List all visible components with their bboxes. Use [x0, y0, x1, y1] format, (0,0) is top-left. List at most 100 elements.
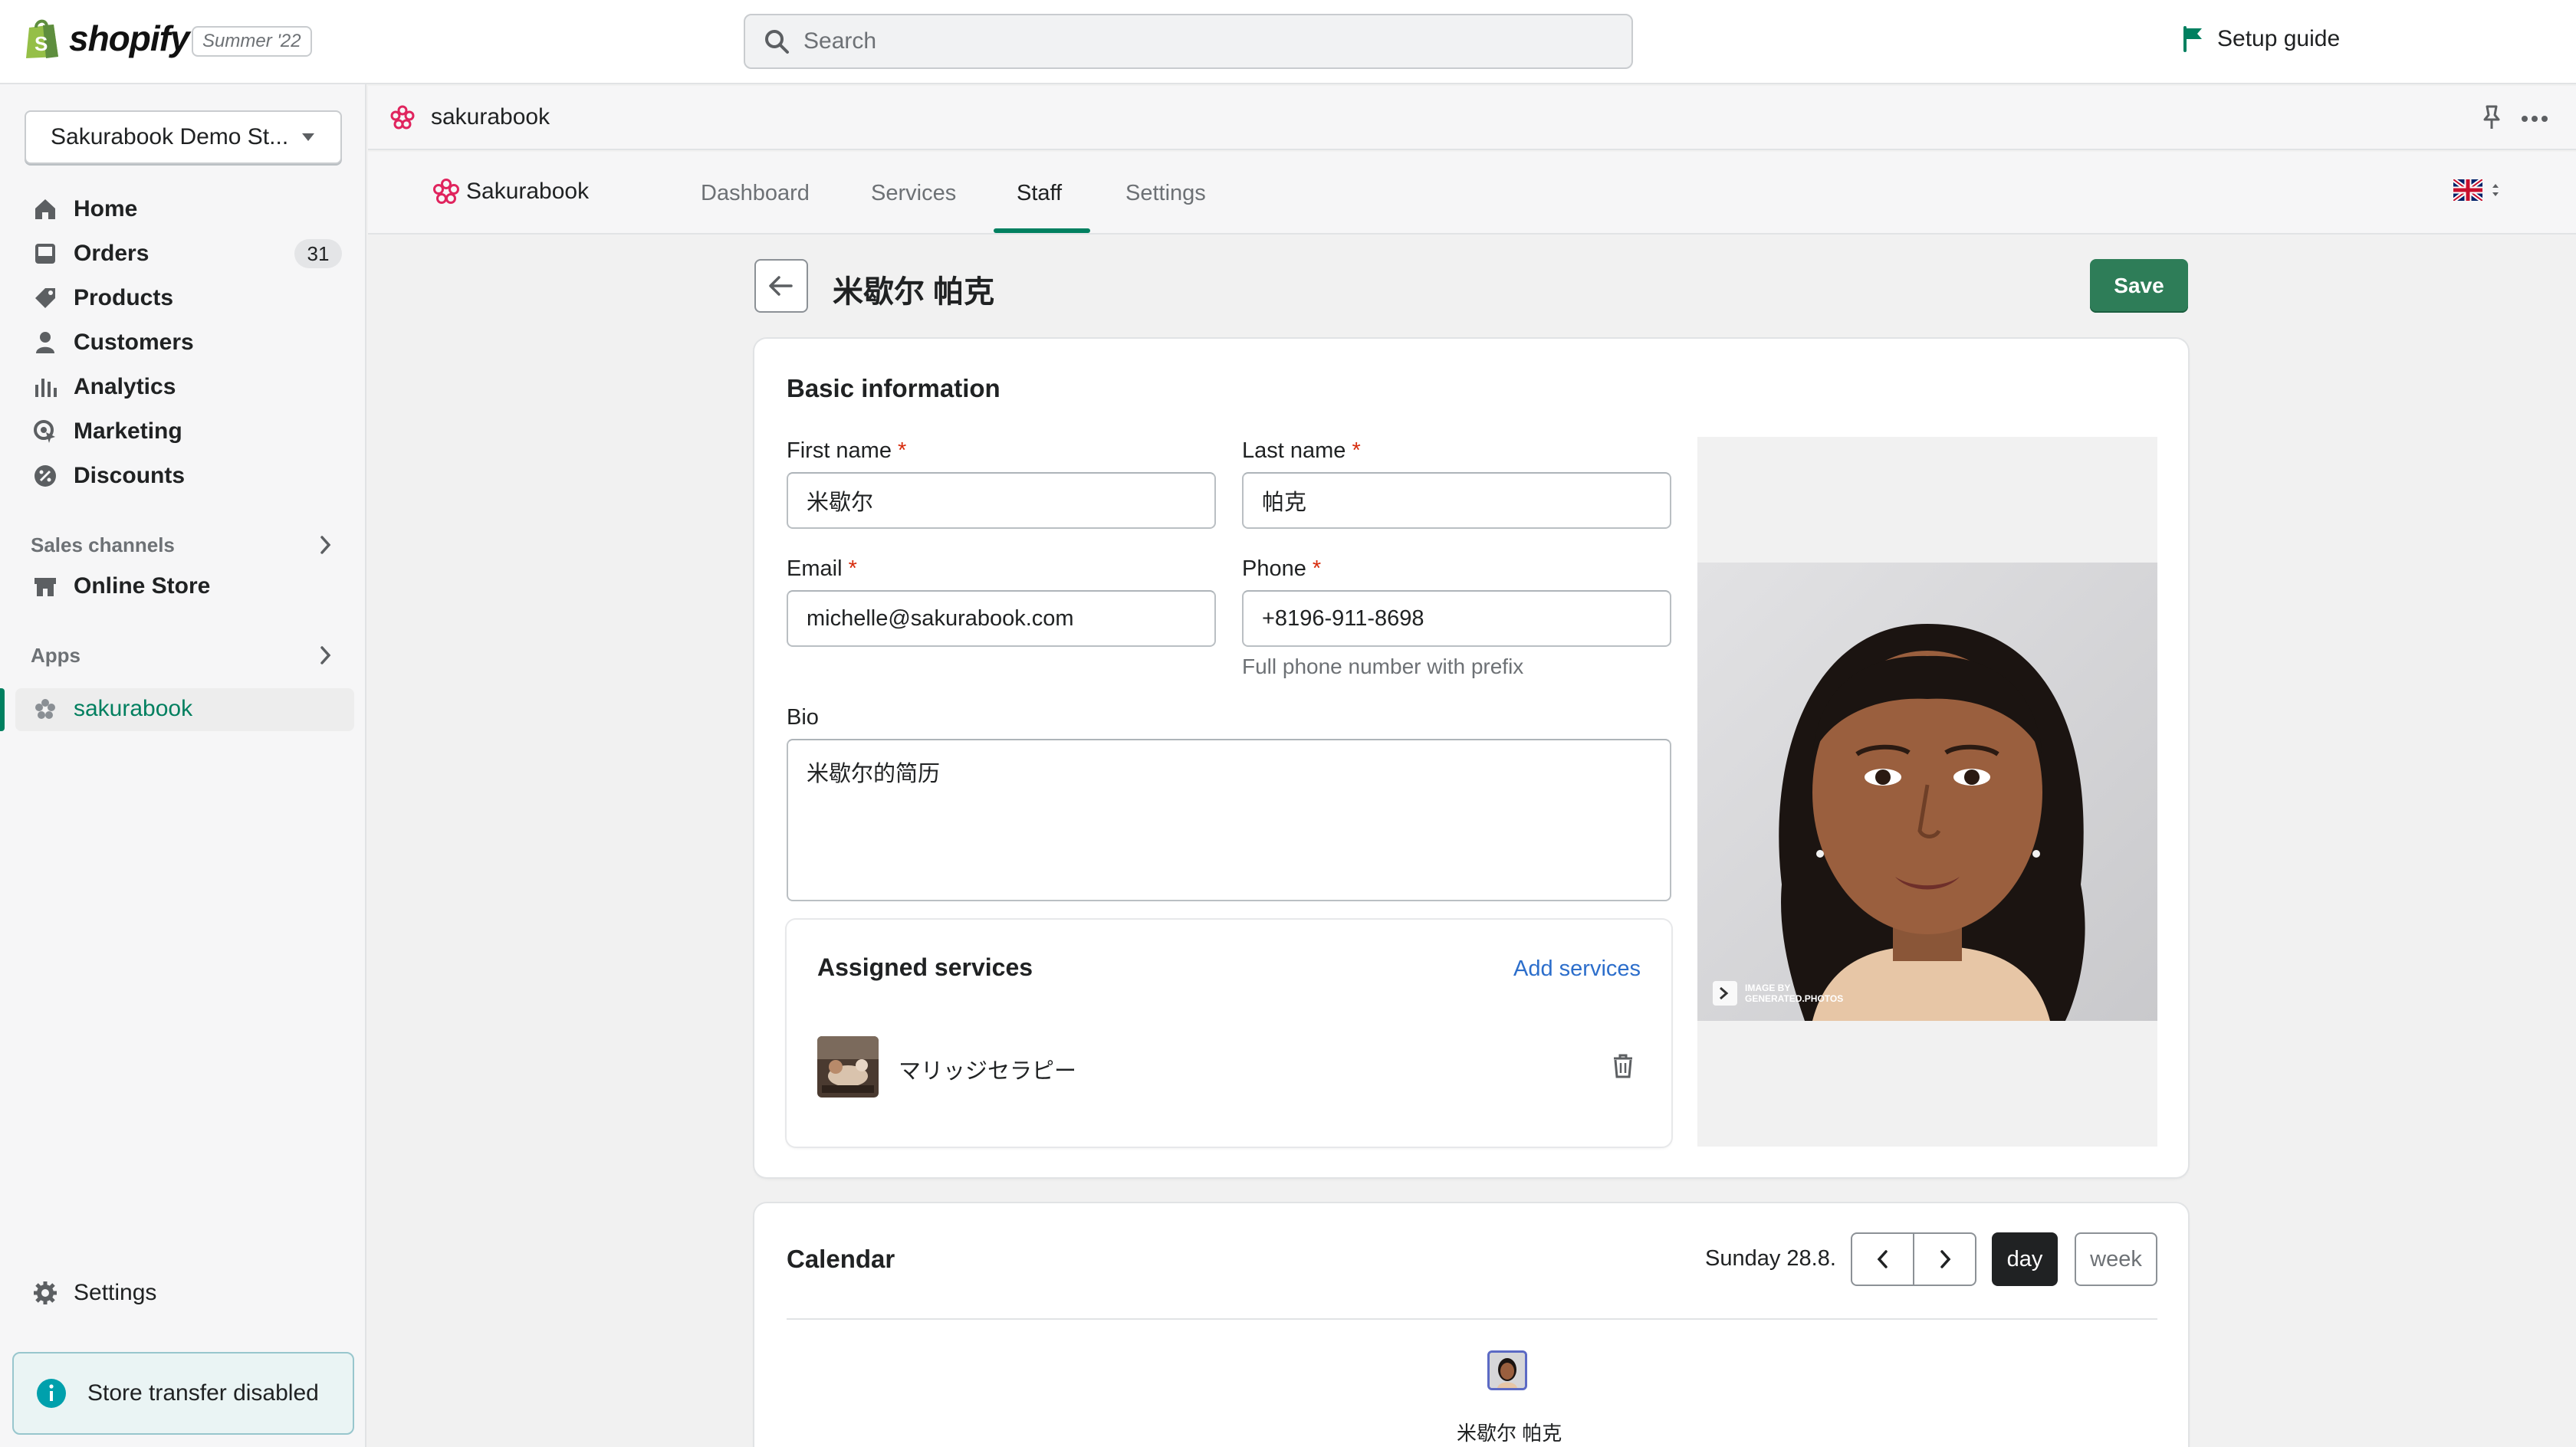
- back-button[interactable]: [754, 259, 808, 313]
- assigned-services-heading: Assigned services: [817, 953, 1033, 981]
- app-brand[interactable]: Sakurabook: [432, 178, 589, 205]
- first-name-field[interactable]: 米歇尔: [787, 472, 1216, 529]
- service-name: マリッジセラピー: [899, 1059, 1077, 1084]
- phone-label: Phone *: [1242, 556, 1321, 582]
- svg-text:S: S: [34, 32, 48, 55]
- pin-icon[interactable]: [2481, 104, 2502, 130]
- search-input[interactable]: Search: [744, 14, 1633, 69]
- service-photo-image: [817, 1036, 879, 1098]
- sidebar-item-discounts[interactable]: Discounts: [32, 463, 185, 489]
- flag-icon: [2183, 26, 2202, 52]
- add-services-link[interactable]: Add services: [1513, 956, 1641, 982]
- app-nav: [368, 152, 2576, 235]
- required-mark: *: [1312, 556, 1322, 581]
- email-field[interactable]: michelle@sakurabook.com: [787, 590, 1216, 647]
- tab-dashboard[interactable]: Dashboard: [701, 181, 810, 206]
- tab-settings[interactable]: Settings: [1125, 181, 1206, 206]
- service-thumbnail: [817, 1036, 879, 1098]
- email-label-text: Email: [787, 556, 843, 581]
- setup-guide-label: Setup guide: [2217, 26, 2341, 51]
- person-icon: [36, 332, 54, 353]
- avatar-image: [1490, 1353, 1525, 1388]
- chevron-right-icon: [1940, 1250, 1950, 1268]
- shopify-logo[interactable]: S shopify: [23, 17, 190, 60]
- sidebar-item-home[interactable]: Home: [32, 196, 137, 222]
- previous-day-button[interactable]: [1852, 1234, 1914, 1285]
- more-horizontal-icon[interactable]: [2521, 115, 2548, 123]
- bio-label: Bio: [787, 705, 819, 730]
- sakura-icon: [390, 105, 415, 130]
- brand-label: Sakurabook: [466, 179, 590, 204]
- bio-textarea[interactable]: 米歇尔的简历: [787, 739, 1671, 901]
- generated-photos-logo-icon: [1713, 981, 1737, 1006]
- sidebar-item-label: Online Store: [74, 573, 211, 599]
- basic-information-heading: Basic information: [787, 374, 1001, 402]
- required-mark: *: [898, 438, 907, 463]
- required-mark: *: [848, 556, 857, 581]
- uk-flag-icon: [2453, 179, 2482, 201]
- phone-field[interactable]: +8196-911-8698: [1242, 590, 1671, 647]
- last-name-field[interactable]: 帕克: [1242, 472, 1671, 529]
- chevron-right-icon[interactable]: [316, 644, 334, 667]
- chevron-left-icon: [1877, 1250, 1888, 1268]
- sidebar-item-analytics[interactable]: Analytics: [32, 374, 176, 400]
- language-selector[interactable]: [2453, 179, 2501, 201]
- sakura-logo-icon: [433, 179, 459, 204]
- tab-services[interactable]: Services: [871, 181, 956, 206]
- store-selector[interactable]: Sakurabook Demo St...: [25, 110, 342, 164]
- sidebar-item-customers[interactable]: Customers: [32, 330, 194, 356]
- sidebar-item-label: Orders: [74, 241, 150, 266]
- active-indicator: [0, 688, 5, 731]
- active-tab-indicator: [994, 228, 1090, 233]
- setup-guide-button[interactable]: Setup guide: [2182, 26, 2340, 52]
- app-header: sakurabook: [368, 86, 2576, 150]
- discount-icon: [34, 465, 56, 487]
- sidebar-item-label: Settings: [74, 1280, 157, 1305]
- page-title: 米歇尔 帕克: [833, 275, 995, 309]
- chevron-right-icon[interactable]: [316, 533, 334, 556]
- flower-icon: [35, 699, 55, 719]
- sidebar-item-label: Products: [74, 285, 174, 310]
- day-view-button[interactable]: day: [1992, 1232, 2058, 1286]
- sidebar-item-marketing[interactable]: Marketing: [32, 418, 182, 445]
- next-day-button[interactable]: [1914, 1234, 1975, 1285]
- phone-label-text: Phone: [1242, 556, 1306, 581]
- caret-down-icon: [302, 133, 314, 141]
- trash-icon[interactable]: [1612, 1053, 1635, 1079]
- sidebar-item-settings[interactable]: Settings: [32, 1280, 156, 1306]
- home-icon: [35, 199, 55, 219]
- sales-channels-heading: Sales channels: [31, 533, 175, 556]
- week-view-button[interactable]: week: [2075, 1232, 2157, 1286]
- search-icon: [765, 30, 789, 54]
- staff-photo[interactable]: [1697, 563, 2157, 1021]
- last-name-label: Last name *: [1242, 438, 1361, 464]
- search-placeholder: Search: [803, 28, 877, 54]
- calendar-nav: [1851, 1232, 1976, 1286]
- sidebar-item-label: Marketing: [74, 418, 182, 444]
- logo-text: shopify: [69, 18, 190, 58]
- watermark-line-1: IMAGE BY: [1745, 983, 1791, 993]
- first-name-label: First name *: [787, 438, 906, 464]
- store-icon: [34, 578, 56, 596]
- watermark-line-2: GENERATED.PHOTOS: [1745, 993, 1844, 1004]
- sidebar-item-label: sakurabook: [74, 696, 193, 721]
- shopify-bag-icon: S: [26, 19, 58, 58]
- save-button[interactable]: Save: [2090, 259, 2188, 313]
- tab-staff[interactable]: Staff: [1017, 181, 1062, 206]
- apps-heading: Apps: [31, 644, 80, 667]
- calendar-divider: [787, 1318, 2157, 1320]
- required-mark: *: [1352, 438, 1361, 463]
- sidebar-item-online-store[interactable]: Online Store: [32, 573, 210, 599]
- sidebar-item-sakurabook[interactable]: sakurabook: [32, 696, 192, 722]
- last-name-label-text: Last name: [1242, 438, 1346, 463]
- sidebar-item-orders[interactable]: Orders: [32, 241, 149, 267]
- calendar-heading: Calendar: [787, 1245, 895, 1273]
- sidebar-item-products[interactable]: Products: [32, 285, 173, 311]
- bar-chart-icon: [35, 379, 57, 397]
- store-name: Sakurabook Demo St...: [51, 124, 289, 149]
- calendar-date: Sunday 28.8.: [1705, 1246, 1836, 1271]
- portrait-image: [1697, 563, 2157, 1021]
- arrow-left-icon: [769, 276, 793, 296]
- info-icon: [37, 1379, 66, 1408]
- sidebar-item-label: Home: [74, 196, 138, 221]
